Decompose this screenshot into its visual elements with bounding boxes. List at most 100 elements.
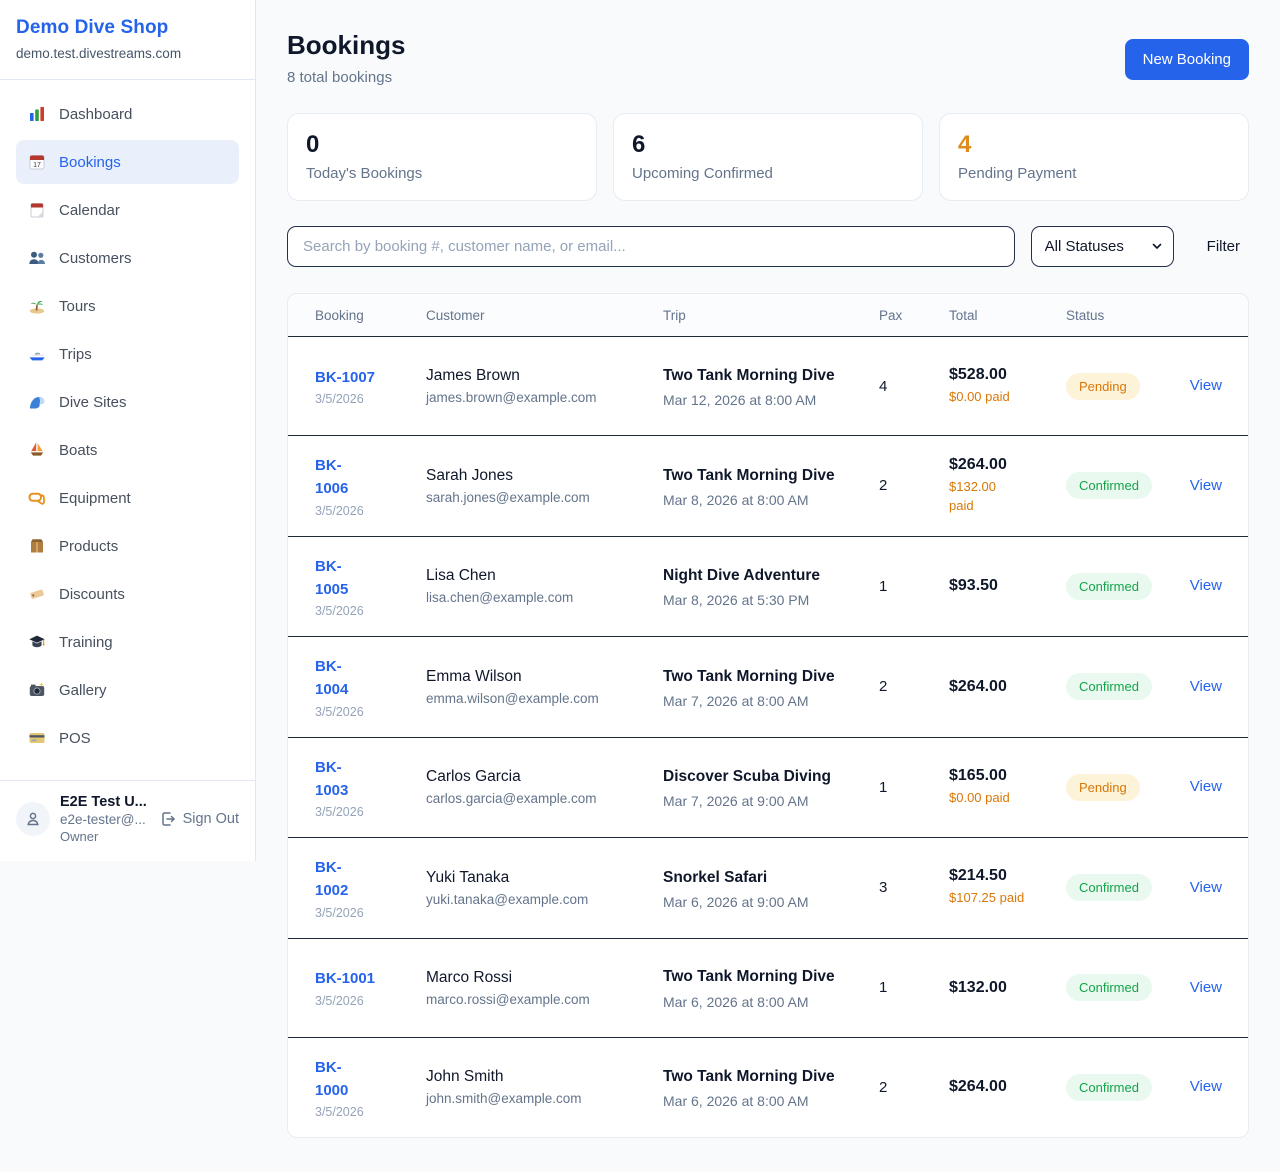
status-cell: Pending	[1066, 373, 1186, 400]
wave-icon	[28, 393, 46, 411]
total-amount: $264.00	[949, 678, 1066, 696]
status-filter-select[interactable]: All Statuses	[1031, 226, 1174, 267]
booking-created-date: 3/5/2026	[315, 504, 426, 518]
sidebar-item-trips[interactable]: Trips	[16, 332, 239, 376]
sidebar-item-products[interactable]: Products	[16, 524, 239, 568]
view-booking-link[interactable]: View	[1190, 577, 1222, 594]
sidebar-item-training[interactable]: Training	[16, 620, 239, 664]
customer-email: lisa.chen@example.com	[426, 590, 663, 605]
sidebar-item-calendar[interactable]: Calendar	[16, 188, 239, 232]
actions-cell: View	[1186, 678, 1222, 696]
actions-cell: View	[1186, 577, 1222, 595]
booking-id-link[interactable]: BK- 1003	[315, 756, 348, 803]
actions-cell: View	[1186, 1078, 1222, 1096]
booking-id-link[interactable]: BK- 1000	[315, 1056, 348, 1103]
page-subtitle: 8 total bookings	[287, 69, 405, 86]
trip-cell: Two Tank Morning Dive Mar 8, 2026 at 8:0…	[663, 464, 879, 508]
filter-controls: All Statuses Filter	[287, 226, 1249, 267]
booking-id-link[interactable]: BK- 1006	[315, 454, 348, 501]
search-input[interactable]	[287, 226, 1015, 267]
booking-cell: BK- 1002 3/5/2026	[315, 856, 426, 920]
table-row: BK-1001 3/5/2026 Marco Rossi marco.rossi…	[288, 939, 1248, 1038]
booking-id-link[interactable]: BK-1001	[315, 967, 375, 990]
trip-name: Two Tank Morning Dive	[663, 665, 841, 688]
new-booking-button[interactable]: New Booking	[1125, 39, 1249, 80]
total-amount: $214.50	[949, 867, 1066, 885]
customer-name: Emma Wilson	[426, 668, 663, 686]
paid-amount: $132.00 paid	[949, 478, 1066, 516]
status-badge: Confirmed	[1066, 874, 1152, 901]
sidebar-item-label: Equipment	[59, 490, 131, 507]
trip-name: Discover Scuba Diving	[663, 765, 841, 788]
booking-created-date: 3/5/2026	[315, 705, 426, 719]
total-amount: $264.00	[949, 456, 1066, 474]
trip-datetime: Mar 6, 2026 at 9:00 AM	[663, 894, 879, 910]
sidebar-item-discounts[interactable]: Discounts	[16, 572, 239, 616]
trip-datetime: Mar 8, 2026 at 5:30 PM	[663, 592, 879, 608]
booking-created-date: 3/5/2026	[315, 1105, 426, 1119]
actions-cell: View	[1186, 979, 1222, 997]
sidebar-item-dashboard[interactable]: Dashboard	[16, 92, 239, 136]
bar-chart-icon	[28, 105, 46, 123]
booking-id-link[interactable]: BK- 1002	[315, 856, 348, 903]
booking-created-date: 3/5/2026	[315, 805, 426, 819]
sidebar-item-label: Products	[59, 538, 118, 555]
view-booking-link[interactable]: View	[1190, 1078, 1222, 1095]
speedboat-icon	[28, 345, 46, 363]
customer-email: carlos.garcia@example.com	[426, 791, 663, 806]
sidebar-item-label: Dashboard	[59, 106, 132, 123]
camera-flash-icon	[28, 681, 46, 699]
pax-count: 4	[879, 378, 949, 395]
table-row: BK- 1000 3/5/2026 John Smith john.smith@…	[288, 1038, 1248, 1138]
booking-cell: BK- 1003 3/5/2026	[315, 756, 426, 820]
actions-cell: View	[1186, 879, 1222, 897]
page-title-block: Bookings 8 total bookings	[287, 30, 405, 86]
paid-amount: $0.00 paid	[949, 789, 1066, 808]
user-name: E2E Test U...	[60, 794, 158, 810]
sidebar-user-footer: E2E Test U... e2e-tester@... Owner Sign …	[0, 780, 255, 859]
filter-button[interactable]: Filter	[1198, 238, 1249, 255]
booking-cell: BK-1001 3/5/2026	[315, 967, 426, 1007]
view-booking-link[interactable]: View	[1190, 879, 1222, 896]
view-booking-link[interactable]: View	[1190, 377, 1222, 394]
sidebar-item-customers[interactable]: Customers	[16, 236, 239, 280]
customer-name: James Brown	[426, 367, 663, 385]
booking-created-date: 3/5/2026	[315, 906, 426, 920]
total-cell: $132.00	[949, 979, 1066, 997]
total-cell: $93.50	[949, 577, 1066, 595]
user-role: Owner	[60, 829, 158, 844]
sidebar-item-bookings[interactable]: 17 Bookings	[16, 140, 239, 184]
sidebar-item-boats[interactable]: Boats	[16, 428, 239, 472]
sign-out-button[interactable]: Sign Out	[160, 811, 239, 827]
customer-name: Carlos Garcia	[426, 768, 663, 786]
customer-cell: Emma Wilson emma.wilson@example.com	[426, 668, 663, 706]
sidebar-item-dive-sites[interactable]: Dive Sites	[16, 380, 239, 424]
booking-created-date: 3/5/2026	[315, 392, 426, 406]
column-header-booking: Booking	[315, 308, 426, 323]
sidebar-item-pos[interactable]: POS	[16, 716, 239, 760]
booking-id-link[interactable]: BK- 1005	[315, 555, 348, 602]
sidebar-nav: Dashboard 17 Bookings Calendar Customers…	[0, 80, 255, 774]
sidebar-item-equipment[interactable]: Equipment	[16, 476, 239, 520]
view-booking-link[interactable]: View	[1190, 778, 1222, 795]
total-cell: $214.50 $107.25 paid	[949, 867, 1066, 908]
shop-header: Demo Dive Shop demo.test.divestreams.com	[0, 0, 255, 80]
sidebar-item-gallery[interactable]: Gallery	[16, 668, 239, 712]
customer-cell: Sarah Jones sarah.jones@example.com	[426, 467, 663, 505]
status-badge: Confirmed	[1066, 472, 1152, 499]
table-row: BK- 1002 3/5/2026 Yuki Tanaka yuki.tanak…	[288, 838, 1248, 939]
total-amount: $165.00	[949, 767, 1066, 785]
booking-id-link[interactable]: BK-1007	[315, 366, 375, 389]
customer-email: james.brown@example.com	[426, 390, 663, 405]
column-header-pax: Pax	[879, 308, 949, 323]
view-booking-link[interactable]: View	[1190, 477, 1222, 494]
sidebar-item-tours[interactable]: Tours	[16, 284, 239, 328]
pax-count: 3	[879, 879, 949, 896]
sign-out-label: Sign Out	[183, 811, 239, 827]
booking-id-link[interactable]: BK- 1004	[315, 655, 348, 702]
view-booking-link[interactable]: View	[1190, 979, 1222, 996]
total-cell: $165.00 $0.00 paid	[949, 767, 1066, 808]
actions-cell: View	[1186, 377, 1222, 395]
column-header-trip: Trip	[663, 308, 879, 323]
view-booking-link[interactable]: View	[1190, 678, 1222, 695]
